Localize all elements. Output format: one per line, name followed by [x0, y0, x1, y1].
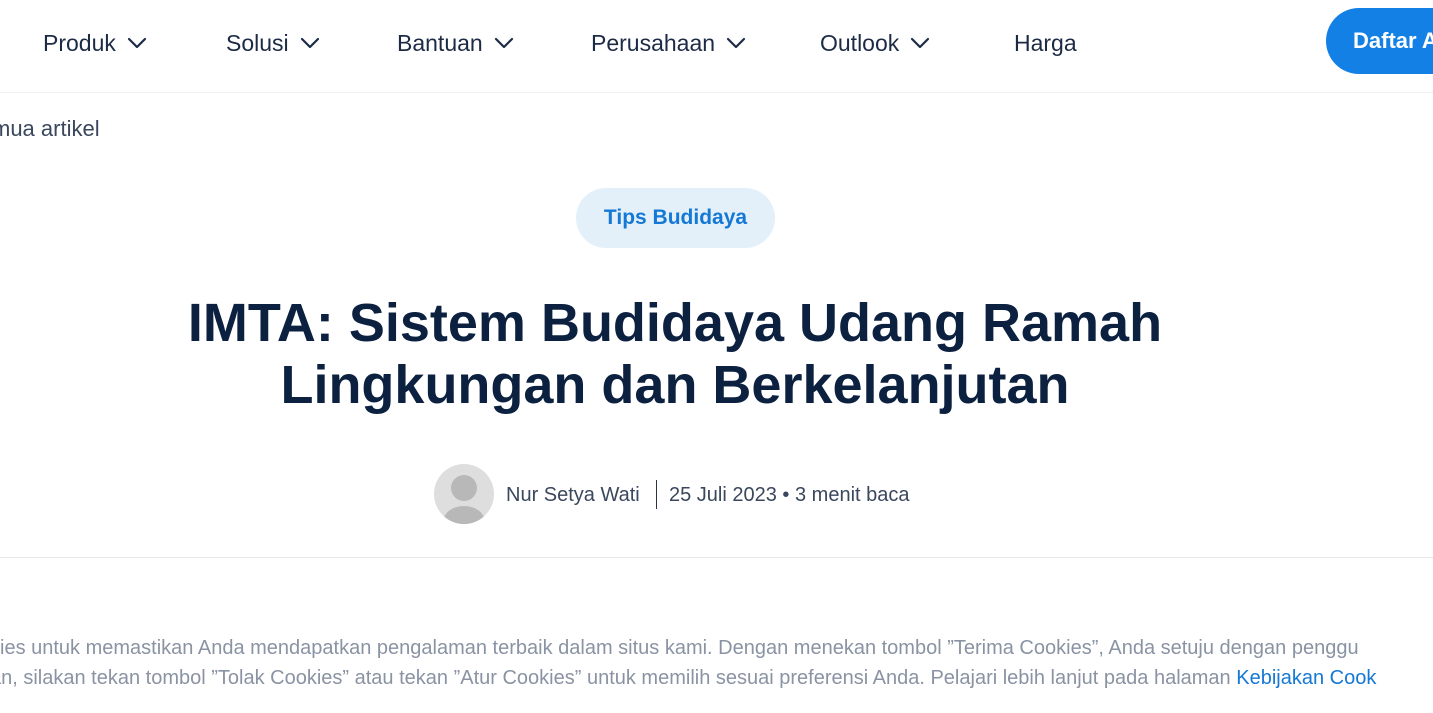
publish-date-read-time: 25 Juli 2023 • 3 menit baca — [669, 484, 910, 506]
cookie-banner-line-2-text: an, silakan tekan tombol ”Tolak Cookies”… — [0, 667, 1237, 689]
nav-outlook-label: Outlook — [820, 29, 900, 56]
chevron-down-icon — [911, 37, 930, 49]
all-articles-label: mua artikel — [0, 116, 100, 141]
nav-bantuan[interactable]: Bantuan — [397, 26, 515, 60]
category-tag[interactable]: Tips Budidaya — [576, 188, 775, 248]
chevron-down-icon — [726, 37, 746, 49]
nav-solusi[interactable]: Solusi — [226, 26, 321, 60]
article-title-line-1: IMTA: Sistem Budidaya Udang Ramah — [187, 293, 1163, 353]
all-articles-link[interactable]: mua artikel — [0, 116, 100, 142]
meta-divider — [656, 480, 657, 509]
author-name[interactable]: Nur Setya Wati — [506, 480, 640, 510]
top-navigation: Produk Solusi Bantuan Perusahaan Outlook… — [0, 0, 1433, 93]
nav-perusahaan-label: Perusahaan — [591, 29, 716, 56]
cookie-banner-line-1: kies untuk memastikan Anda mendapatkan p… — [0, 637, 1359, 659]
nav-perusahaan[interactable]: Perusahaan — [591, 26, 747, 60]
nav-produk[interactable]: Produk — [43, 26, 148, 60]
section-divider — [0, 557, 1433, 558]
article-title-line-2: Lingkungan dan Berkelanjutan — [280, 355, 1070, 415]
user-placeholder-icon — [443, 475, 485, 524]
category-tag-label: Tips Budidaya — [603, 206, 748, 229]
cookie-banner-text: kies untuk memastikan Anda mendapatkan p… — [0, 633, 1376, 693]
nav-bantuan-label: Bantuan — [397, 29, 483, 56]
chevron-down-icon — [127, 37, 146, 49]
chevron-down-icon — [300, 37, 319, 49]
nav-harga[interactable]: Harga — [1014, 26, 1077, 60]
cookie-banner-line-2: an, silakan tekan tombol ”Tolak Cookies”… — [0, 663, 1376, 693]
article-title: IMTA: Sistem Budidaya Udang Ramah Lingku… — [100, 292, 1250, 416]
chevron-down-icon — [494, 37, 513, 49]
nav-produk-label: Produk — [43, 29, 116, 56]
register-button-label: Daftar A — [1353, 28, 1433, 53]
nav-harga-label: Harga — [1014, 29, 1077, 56]
cookie-policy-link[interactable]: Kebijakan Cook — [1236, 667, 1376, 689]
author-avatar — [434, 464, 494, 524]
register-button[interactable]: Daftar A — [1326, 8, 1433, 74]
nav-outlook[interactable]: Outlook — [820, 26, 931, 60]
nav-solusi-label: Solusi — [226, 29, 289, 56]
